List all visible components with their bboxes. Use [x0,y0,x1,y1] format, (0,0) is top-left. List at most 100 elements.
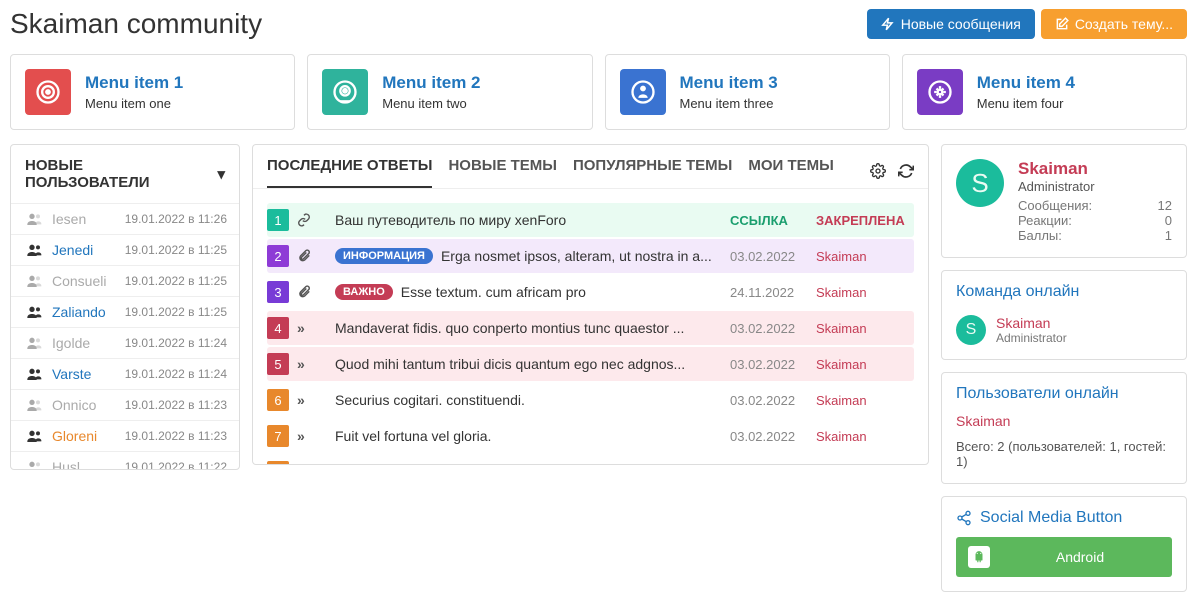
tab-popular-topics[interactable]: ПОПУЛЯРНЫЕ ТЕМЫ [573,157,732,188]
thread-number: 7 [267,425,289,447]
menu-icon [25,69,71,115]
stat-row: Реакции:0 [1018,213,1172,228]
refresh-icon[interactable] [898,163,914,182]
user-row[interactable]: Iesen19.01.2022 в 11:26 [11,203,239,234]
thread-date: 03.02.2022 [730,249,808,264]
thread-date: 03.02.2022 [730,429,808,444]
thread-row[interactable]: 6»Securius cogitari. constituendi.03.02.… [267,383,914,417]
user-time: 19.01.2022 в 11:23 [125,429,227,443]
avatar[interactable]: S [956,315,986,345]
user-row[interactable]: Gloreni19.01.2022 в 11:23 [11,420,239,451]
social-media-widget: Social Media Button Android [941,496,1187,592]
profile-card: S Skaiman Administrator Сообщения:12Реак… [941,144,1187,258]
user-row[interactable]: Igolde19.01.2022 в 11:24 [11,327,239,358]
team-online-title: Команда онлайн [942,271,1186,311]
team-member-name[interactable]: Skaiman [996,315,1067,331]
online-user-link[interactable]: Skaiman [956,413,1172,429]
user-icon [23,459,45,470]
thread-row[interactable]: 3ВАЖНОEsse textum. cum africam pro24.11.… [267,275,914,309]
user-icon [23,242,45,258]
tab-latest-replies[interactable]: ПОСЛЕДНИЕ ОТВЕТЫ [267,157,432,188]
menu-subtitle: Menu item four [977,96,1075,111]
user-icon [23,366,45,382]
user-time: 19.01.2022 в 11:25 [125,243,227,257]
thread-icon: » [297,356,327,372]
user-row[interactable]: Jenedi19.01.2022 в 11:25 [11,234,239,265]
menu-item-4[interactable]: Menu item 4 Menu item four [902,54,1187,130]
thread-row[interactable]: 1Ваш путеводитель по миру xenForoССЫЛКАЗ… [267,203,914,237]
user-name: Jenedi [52,242,125,258]
user-name: Igolde [52,335,125,351]
thread-row[interactable]: 7»Fuit vel fortuna vel gloria.03.02.2022… [267,419,914,453]
new-users-header[interactable]: НОВЫЕ ПОЛЬЗОВАТЕЛИ ▾ [11,145,239,203]
thread-author: Skaiman [816,357,906,372]
thread-author: Skaiman [816,249,906,264]
user-time: 19.01.2022 в 11:25 [125,305,227,319]
menu-item-2[interactable]: Menu item 2Menu item two [307,54,592,130]
page-title: Skaiman community [10,8,262,40]
thread-title: Ваш путеводитель по миру xenForo [335,212,722,228]
user-time: 19.01.2022 в 11:26 [125,212,227,226]
profile-name[interactable]: Skaiman [1018,159,1172,179]
thread-row[interactable]: 4»Mandaverat fidis. quo conperto montius… [267,311,914,345]
user-row[interactable]: Zaliando19.01.2022 в 11:25 [11,296,239,327]
user-name: Varste [52,366,125,382]
thread-number: 2 [267,245,289,267]
thread-number: 1 [267,209,289,231]
thread-icon [297,249,327,263]
thread-icon [297,213,327,227]
user-row[interactable]: Consueli19.01.2022 в 11:25 [11,265,239,296]
user-name: Onnico [52,397,125,413]
menu-title: Menu item 3 [680,73,778,93]
new-messages-button[interactable]: Новые сообщения [867,9,1035,39]
thread-icon: » [297,320,327,336]
menu-icon [322,69,368,115]
thread-title: Erga nosmet ipsos, alteram, ut nostra in… [441,248,722,264]
menu-subtitle: Menu item one [85,96,183,111]
create-topic-button[interactable]: Создать тему... [1041,9,1187,39]
bolt-icon [881,17,895,31]
thread-icon: » [297,392,327,408]
tab-my-topics[interactable]: МОИ ТЕМЫ [748,157,833,188]
user-time: 19.01.2022 в 11:24 [125,367,227,381]
team-online-widget: Команда онлайн S Skaiman Administrator [941,270,1187,360]
user-icon [23,397,45,413]
user-name: Zaliando [52,304,125,320]
menu-item-3[interactable]: Menu item 3 Menu item three [605,54,890,130]
gear-icon[interactable] [870,163,886,182]
thread-icon: » [297,428,327,444]
new-users-widget: НОВЫЕ ПОЛЬЗОВАТЕЛИ ▾ Iesen19.01.2022 в 1… [10,144,240,470]
menu-icon [917,69,963,115]
avatar[interactable]: S [956,159,1004,207]
online-total: Всего: 2 (пользователей: 1, гостей: 1) [956,439,1172,469]
thread-author: Skaiman [816,321,906,336]
user-row[interactable]: Husl19.01.2022 в 11:22 [11,451,239,470]
menu-subtitle: Menu item three [680,96,778,111]
android-button[interactable]: Android [956,537,1172,577]
thread-number: 6 [267,389,289,411]
thread-title: Securius cogitari. constituendi. [335,392,722,408]
thread-date: 03.02.2022 [730,357,808,372]
share-icon [956,510,972,526]
user-icon [23,335,45,351]
thread-row[interactable]: 8»РЕШЕНОIndumentum regale textum occulte… [267,455,914,464]
menu-item-1[interactable]: Menu item 1Menu item one [10,54,295,130]
user-icon [23,428,45,444]
tab-new-topics[interactable]: НОВЫЕ ТЕМЫ [448,157,557,188]
thread-badge: ИНФОРМАЦИЯ [335,248,433,264]
threads-widget: ПОСЛЕДНИЕ ОТВЕТЫ НОВЫЕ ТЕМЫ ПОПУЛЯРНЫЕ Т… [252,144,929,465]
menu-subtitle: Menu item two [382,96,480,111]
user-row[interactable]: Onnico19.01.2022 в 11:23 [11,389,239,420]
stat-row: Баллы:1 [1018,228,1172,243]
user-time: 19.01.2022 в 11:23 [125,398,227,412]
user-row[interactable]: Varste19.01.2022 в 11:24 [11,358,239,389]
menu-title: Menu item 4 [977,73,1075,93]
thread-icon [297,285,327,299]
thread-title: Esse textum. cum africam pro [401,284,722,300]
thread-row[interactable]: 2 ИНФОРМАЦИЯ Erga nosmet ipsos, alteram, u… [267,239,914,273]
thread-row[interactable]: 5»Quod mihi tantum tribui dicis quantum … [267,347,914,381]
user-name: Consueli [52,273,125,289]
user-name: Gloreni [52,428,125,444]
user-icon [23,273,45,289]
caret-down-icon: ▾ [217,165,225,183]
